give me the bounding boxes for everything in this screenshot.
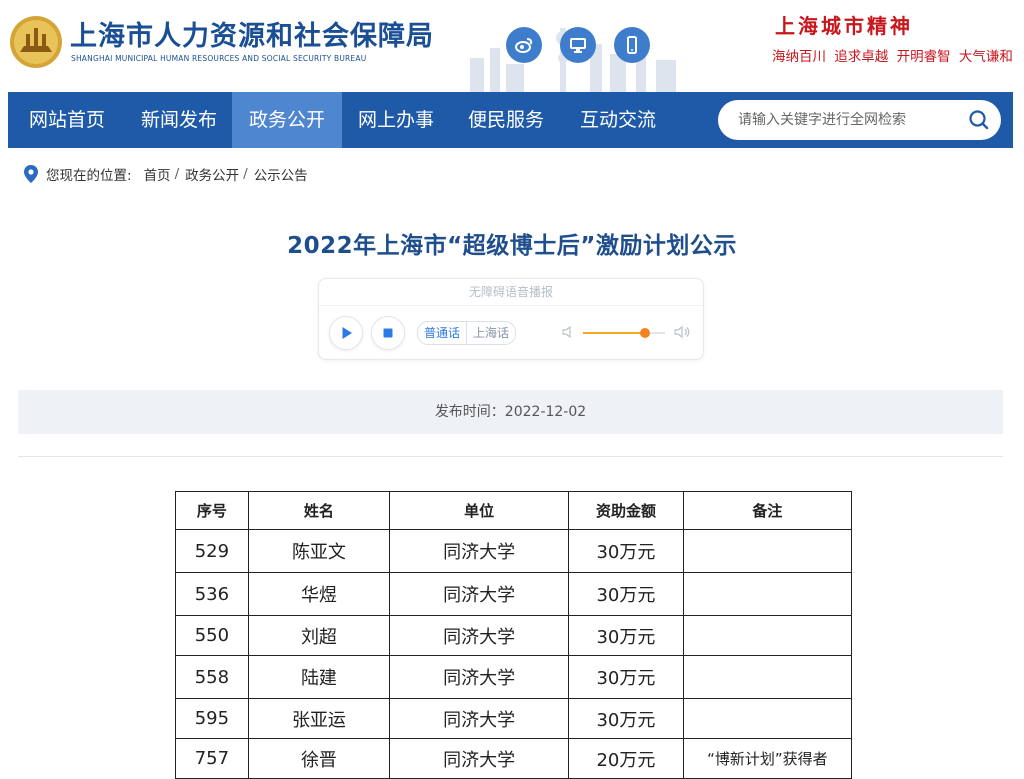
header-remarks: 备注 <box>682 491 853 530</box>
play-button[interactable] <box>329 316 363 350</box>
breadcrumb-home[interactable]: 首页 <box>144 164 171 184</box>
content-divider <box>18 456 1003 457</box>
header-unit: 单位 <box>389 491 570 530</box>
bureau-emblem-icon[interactable] <box>8 14 64 70</box>
main-nav: 网站首页 新闻发布 政务公开 网上办事 便民服务 互动交流 <box>8 92 1013 148</box>
cell-funding-amount: 30万元 <box>568 698 684 739</box>
breadcrumb: 您现在的位置: 首页 / 政务公开 / 公示公告 <box>24 164 308 184</box>
volume-low-icon <box>562 325 571 339</box>
cell-funding-amount: 30万元 <box>568 572 684 616</box>
table-header-row: 序号 姓名 单位 资助金额 备注 <box>175 491 853 530</box>
breadcrumb-government-affairs[interactable]: 政务公开 <box>185 164 239 184</box>
cell-name: 刘超 <box>247 615 391 656</box>
cell-name: 华煜 <box>247 572 391 616</box>
article-title: 2022年上海市“超级博士后”激励计划公示 <box>287 233 737 259</box>
search-icon[interactable] <box>967 108 991 132</box>
table-row: 595 张亚运 同济大学 30万元 <box>175 698 853 739</box>
header-serial-number: 序号 <box>175 491 249 530</box>
play-icon <box>342 327 352 339</box>
nav-item-public-services[interactable]: 便民服务 <box>450 92 562 148</box>
cell-remarks <box>682 529 853 573</box>
table-row: 529 陈亚文 同济大学 30万元 <box>175 529 853 573</box>
desktop-icon <box>570 38 586 53</box>
table-row: 536 华煜 同济大学 30万元 <box>175 572 853 616</box>
cell-serial-number: 550 <box>175 615 249 656</box>
breadcrumb-separator: / <box>174 166 180 182</box>
table-row: 757 徐晋 同济大学 20万元 “博新计划”获得者 <box>175 738 853 779</box>
volume-high-icon <box>674 325 690 339</box>
cell-remarks <box>682 655 853 699</box>
nav-item-government-affairs[interactable]: 政务公开 <box>232 92 342 148</box>
cell-name: 陈亚文 <box>247 529 391 573</box>
header-name: 姓名 <box>247 491 391 530</box>
stop-button[interactable] <box>371 316 405 350</box>
player-title: 无障碍语音播报 <box>319 279 703 306</box>
search-input[interactable] <box>738 100 958 140</box>
site-name[interactable]: 上海市人力资源和社会保障局 <box>70 14 434 53</box>
mobile-icon <box>627 36 637 54</box>
site-search <box>718 100 1001 140</box>
volume-slider-fill <box>583 332 645 334</box>
cell-funding-amount: 30万元 <box>568 615 684 656</box>
cell-unit: 同济大学 <box>389 529 570 573</box>
city-spirit-title: 上海城市精神 <box>775 14 913 38</box>
weibo-icon <box>515 38 533 53</box>
nav-item-news[interactable]: 新闻发布 <box>126 92 232 148</box>
cell-unit: 同济大学 <box>389 698 570 739</box>
cell-funding-amount: 30万元 <box>568 529 684 573</box>
cell-serial-number: 558 <box>175 655 249 699</box>
award-list-table: 序号 姓名 单位 资助金额 备注 529 陈亚文 同济大学 30万元 536 华… <box>175 491 853 779</box>
cell-funding-amount: 20万元 <box>568 738 684 779</box>
cell-unit: 同济大学 <box>389 572 570 616</box>
cell-serial-number: 536 <box>175 572 249 616</box>
volume-slider-handle[interactable] <box>640 328 650 338</box>
cell-unit: 同济大学 <box>389 655 570 699</box>
cell-remarks: “博新计划”获得者 <box>682 738 853 779</box>
nav-item-online-services[interactable]: 网上办事 <box>342 92 450 148</box>
breadcrumb-announcements[interactable]: 公示公告 <box>254 164 308 184</box>
mandarin-option[interactable]: 普通话 <box>418 322 468 344</box>
cell-name: 张亚运 <box>247 698 391 739</box>
cell-serial-number: 529 <box>175 529 249 573</box>
weibo-button[interactable] <box>506 27 542 63</box>
cell-name: 陆建 <box>247 655 391 699</box>
cell-remarks <box>682 698 853 739</box>
breadcrumb-separator: / <box>243 166 248 182</box>
table-row: 550 刘超 同济大学 30万元 <box>175 615 853 656</box>
site-name-english: SHANGHAI MUNICIPAL HUMAN RESOURCES AND S… <box>71 54 367 63</box>
cell-serial-number: 757 <box>175 738 249 779</box>
stop-icon <box>383 328 393 338</box>
cell-remarks <box>682 572 853 616</box>
shanghainese-option[interactable]: 上海话 <box>467 322 515 344</box>
breadcrumb-prefix: 您现在的位置: <box>46 168 132 184</box>
mobile-site-button[interactable] <box>614 27 650 63</box>
location-pin-icon <box>24 165 38 183</box>
desktop-site-button[interactable] <box>560 27 596 63</box>
dialect-toggle: 普通话 上海话 <box>417 321 517 345</box>
cell-serial-number: 595 <box>175 698 249 739</box>
header-funding-amount: 资助金额 <box>568 491 684 530</box>
nav-item-interaction[interactable]: 互动交流 <box>562 92 674 148</box>
cell-unit: 同济大学 <box>389 738 570 779</box>
publish-date-bar: 发布时间：2022-12-02 <box>18 390 1003 434</box>
table-row: 558 陆建 同济大学 30万元 <box>175 655 853 699</box>
city-spirit-slogan: 海纳百川 追求卓越 开明睿智 大气谦和 <box>772 49 1013 65</box>
cell-remarks <box>682 615 853 656</box>
cell-funding-amount: 30万元 <box>568 655 684 699</box>
site-header: 上海市人力资源和社会保障局 SHANGHAI MUNICIPAL HUMAN R… <box>0 0 1024 92</box>
nav-item-home[interactable]: 网站首页 <box>8 92 126 148</box>
cell-name: 徐晋 <box>247 738 391 779</box>
accessibility-audio-player: 无障碍语音播报 普通话 上海话 <box>318 278 704 360</box>
cell-unit: 同济大学 <box>389 615 570 656</box>
